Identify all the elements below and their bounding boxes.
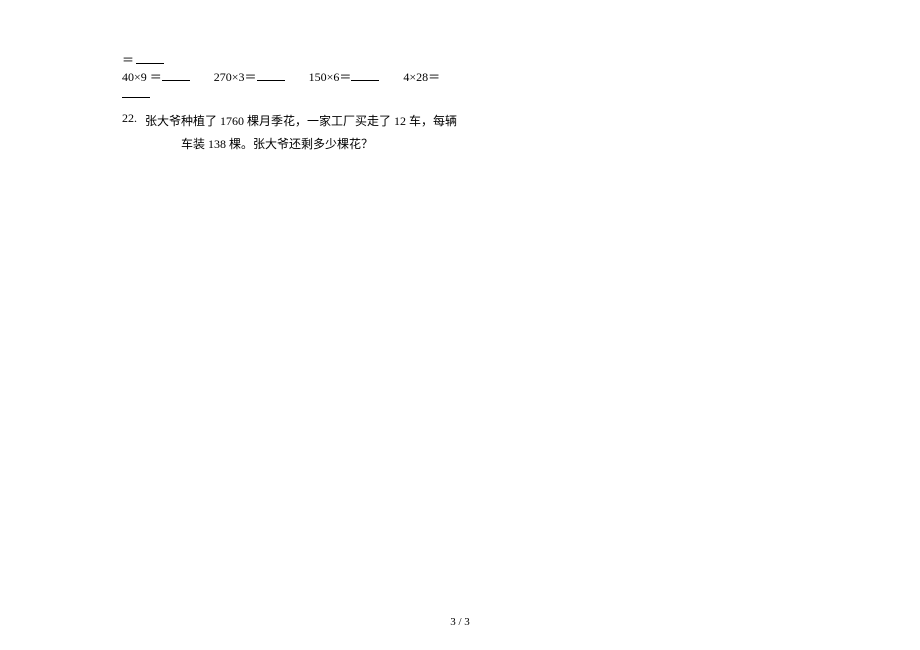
equation-1: 40×9 ＝ bbox=[122, 69, 190, 86]
question-body: 张大爷种植了 1760 棵月季花，一家工厂买走了 12 车，每辆 车装 138 … bbox=[145, 110, 457, 156]
answer-blank bbox=[122, 88, 150, 98]
equation-row: 40×9 ＝ 270×3＝ 150×6＝ 4×28＝ bbox=[122, 69, 620, 86]
question-22: 22. 张大爷种植了 1760 棵月季花，一家工厂买走了 12 车，每辆 车装 … bbox=[122, 110, 620, 156]
equals-sign: ＝ bbox=[122, 52, 134, 69]
equation-2: 270×3＝ bbox=[214, 69, 285, 86]
answer-blank bbox=[257, 71, 285, 81]
equation-3: 150×6＝ bbox=[309, 69, 380, 86]
answer-blank bbox=[136, 54, 164, 64]
page-number: 3 / 3 bbox=[0, 615, 920, 630]
equation-line-continuation: ＝ bbox=[122, 52, 620, 69]
equation-text: 150×6＝ bbox=[309, 69, 352, 86]
page-content: ＝ 40×9 ＝ 270×3＝ 150×6＝ 4×28＝ 22. 张大爷种植了 … bbox=[0, 0, 920, 155]
answer-blank bbox=[351, 71, 379, 81]
question-text-line-2: 车装 138 棵。张大爷还剩多少棵花？ bbox=[145, 133, 457, 156]
equation-text: 270×3＝ bbox=[214, 69, 257, 86]
question-text-line-1: 张大爷种植了 1760 棵月季花，一家工厂买走了 12 车，每辆 bbox=[145, 110, 457, 133]
answer-blank bbox=[162, 71, 190, 81]
equation-4: 4×28＝ bbox=[403, 69, 440, 86]
question-number: 22. bbox=[122, 110, 137, 127]
equation-4-blank-line bbox=[122, 88, 620, 98]
equation-text: 40×9 ＝ bbox=[122, 69, 162, 86]
equation-text: 4×28＝ bbox=[403, 69, 440, 86]
